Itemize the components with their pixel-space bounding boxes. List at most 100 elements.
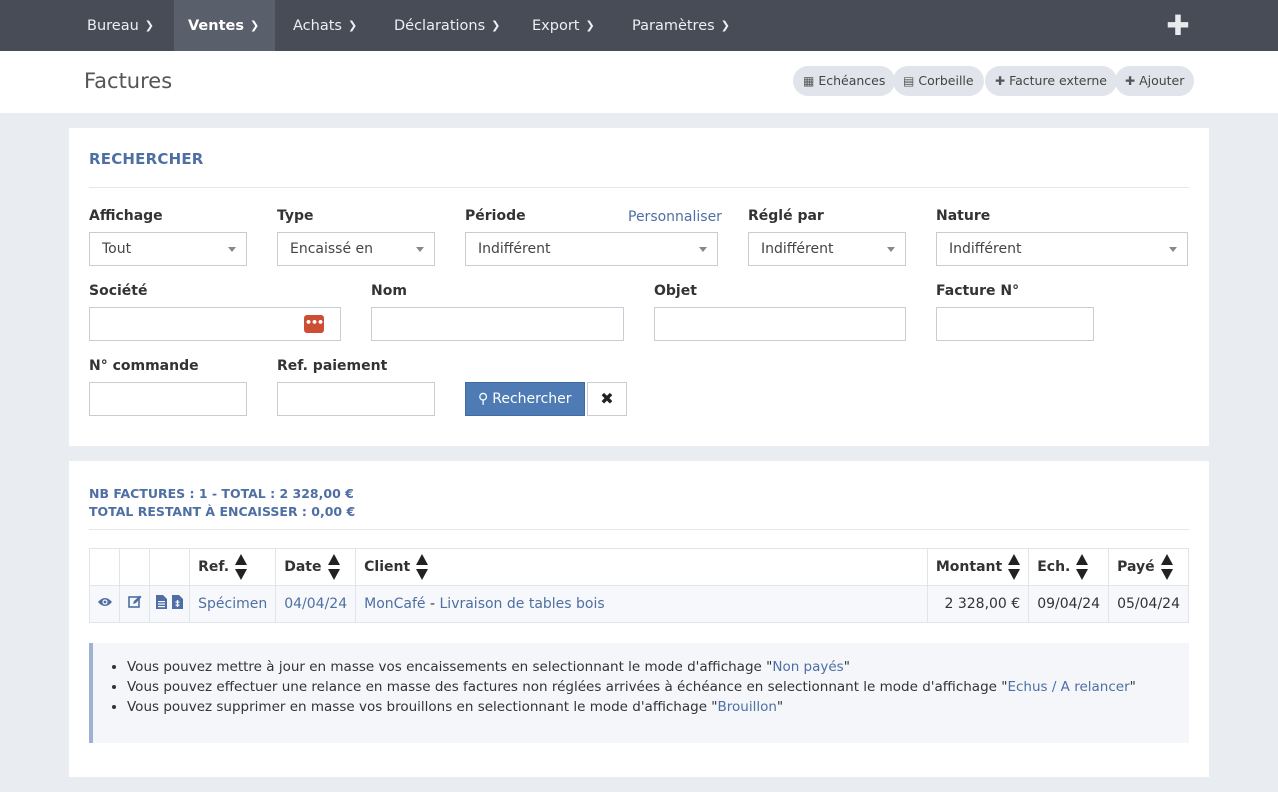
list-item: Vous pouvez supprimer en masse vos broui…: [127, 697, 1136, 717]
sort-icon[interactable]: [327, 554, 340, 580]
ajouter-label: Ajouter: [1139, 73, 1185, 88]
search-panel: RECHERCHER Affichage Tout Type Encaissé …: [69, 128, 1209, 446]
sort-icon[interactable]: [1076, 554, 1089, 580]
rechercher-button[interactable]: ⚲ Rechercher: [465, 382, 585, 416]
corbeille-label: Corbeille: [918, 73, 974, 88]
table-row[interactable]: Spécimen 04/04/24 MonCafé - Livraison de…: [88, 585, 1189, 623]
page-title: Factures: [84, 69, 173, 93]
affichage-select[interactable]: Tout: [89, 232, 247, 266]
invoice-date: 04/04/24: [284, 596, 348, 612]
cell-ech: 09/04/24: [1028, 585, 1110, 623]
table-header-row: Ref. Date Client Montant Ech. Payé: [88, 548, 1189, 586]
nature-value: Indifférent: [949, 241, 1022, 257]
cell-client[interactable]: MonCafé - Livraison de tables bois: [355, 585, 928, 623]
facture-no-input[interactable]: [936, 307, 1094, 341]
facture-externe-button[interactable]: ✚ Facture externe: [985, 66, 1117, 96]
corbeille-button[interactable]: ▤ Corbeille: [893, 66, 984, 96]
echeances-label: Echéances: [818, 73, 886, 88]
documents-cell[interactable]: [149, 585, 191, 623]
cell-ref[interactable]: Spécimen: [189, 585, 277, 623]
column-header-paye[interactable]: Payé: [1108, 548, 1189, 586]
plus-icon: ✚: [1125, 74, 1136, 88]
nav-item-export[interactable]: Export ❯: [518, 0, 609, 51]
ref-paiement-input[interactable]: [277, 382, 435, 416]
sort-icon[interactable]: [235, 554, 248, 580]
tip-link-echus[interactable]: Echus / A relancer: [1007, 679, 1129, 695]
column-header-label: Ref.: [198, 559, 230, 575]
nav-item-label: Bureau: [87, 18, 139, 34]
column-header-ref[interactable]: Ref.: [189, 548, 277, 586]
chevron-down-icon: ❯: [491, 19, 501, 32]
info-box: Vous pouvez mettre à jour en masse vos e…: [89, 643, 1189, 743]
invoice-ref-link[interactable]: Spécimen: [198, 596, 267, 612]
cell-montant: 2 328,00 €: [926, 585, 1030, 623]
regle-par-select[interactable]: Indifférent: [748, 232, 906, 266]
type-select[interactable]: Encaissé en: [277, 232, 435, 266]
periode-label: Période: [465, 208, 526, 224]
caret-down-icon: [1169, 247, 1177, 252]
caret-down-icon: [228, 247, 236, 252]
facture-externe-label: Facture externe: [1009, 73, 1107, 88]
column-header-client[interactable]: Client: [355, 548, 928, 586]
objet-label: Objet: [654, 283, 697, 299]
tip-link-non-payes[interactable]: Non payés: [772, 659, 843, 675]
tip-end: ": [843, 659, 850, 675]
edit-cell[interactable]: [119, 585, 151, 623]
column-header-label: Client: [364, 559, 411, 575]
regle-par-value: Indifférent: [761, 241, 834, 257]
invoices-table: Ref. Date Client Montant Ech. Payé Spéci…: [88, 548, 1189, 623]
nav-item-label: Déclarations: [394, 18, 486, 34]
chevron-down-icon: ❯: [249, 19, 260, 32]
sort-icon[interactable]: [1008, 554, 1021, 580]
objet-input[interactable]: [654, 307, 906, 341]
trash-icon: ▤: [903, 74, 915, 88]
echeances-button[interactable]: ▦ Echéances: [793, 66, 896, 96]
invoice-object-link[interactable]: Livraison de tables bois: [440, 596, 605, 612]
tip-end: ": [1129, 679, 1136, 695]
facture-no-label: Facture N°: [936, 283, 1020, 299]
file-invoice-icon[interactable]: [171, 595, 183, 613]
column-header-label: Payé: [1117, 559, 1155, 575]
column-header-ech[interactable]: Ech.: [1028, 548, 1110, 586]
tips-list: Vous pouvez mettre à jour en masse vos e…: [127, 657, 1136, 717]
nature-select[interactable]: Indifférent: [936, 232, 1188, 266]
tip-link-brouillon[interactable]: Brouillon: [718, 699, 777, 715]
personnaliser-link[interactable]: Personnaliser: [628, 209, 722, 225]
nav-item-ventes[interactable]: Ventes ❯: [174, 0, 275, 51]
divider: [89, 187, 1189, 188]
view-cell[interactable]: [88, 585, 121, 623]
commande-no-input[interactable]: [89, 382, 247, 416]
summary-total: NB FACTURES : 1 - TOTAL : 2 328,00 €: [89, 486, 354, 501]
societe-label: Société: [89, 283, 148, 299]
caret-down-icon: [699, 247, 707, 252]
column-header-date[interactable]: Date: [275, 548, 357, 586]
search-title: RECHERCHER: [89, 150, 204, 168]
ajouter-button[interactable]: ✚ Ajouter: [1115, 66, 1195, 96]
nom-input[interactable]: [371, 307, 624, 341]
regle-par-label: Réglé par: [748, 208, 824, 224]
clear-button[interactable]: ✖: [587, 382, 627, 416]
nav-item-declarations[interactable]: Déclarations ❯: [380, 0, 514, 51]
nav-item-achats[interactable]: Achats ❯: [279, 0, 371, 51]
sort-icon[interactable]: [1160, 554, 1173, 580]
edit-icon[interactable]: [127, 595, 142, 613]
column-header-label: Montant: [935, 559, 1003, 575]
eye-icon[interactable]: [97, 596, 113, 612]
client-link[interactable]: MonCafé: [364, 596, 425, 612]
caret-down-icon: [416, 247, 424, 252]
plus-icon: ✚: [995, 74, 1006, 88]
list-item: Vous pouvez mettre à jour en masse vos e…: [127, 657, 1136, 677]
column-header-montant[interactable]: Montant: [926, 548, 1030, 586]
file-icon[interactable]: [156, 595, 168, 613]
plus-icon[interactable]: ✚: [1163, 0, 1193, 51]
ref-paiement-label: Ref. paiement: [277, 358, 388, 374]
nav-item-bureau[interactable]: Bureau ❯: [73, 0, 168, 51]
type-value: Encaissé en: [290, 241, 374, 257]
societe-input[interactable]: •••: [89, 307, 341, 341]
more-options-icon[interactable]: •••: [304, 315, 324, 333]
sort-icon[interactable]: [416, 554, 429, 580]
cell-paye: 05/04/24: [1108, 585, 1189, 623]
search-icon: ⚲: [478, 391, 489, 407]
periode-select[interactable]: Indifférent: [465, 232, 718, 266]
nav-item-parametres[interactable]: Paramètres ❯: [618, 0, 744, 51]
